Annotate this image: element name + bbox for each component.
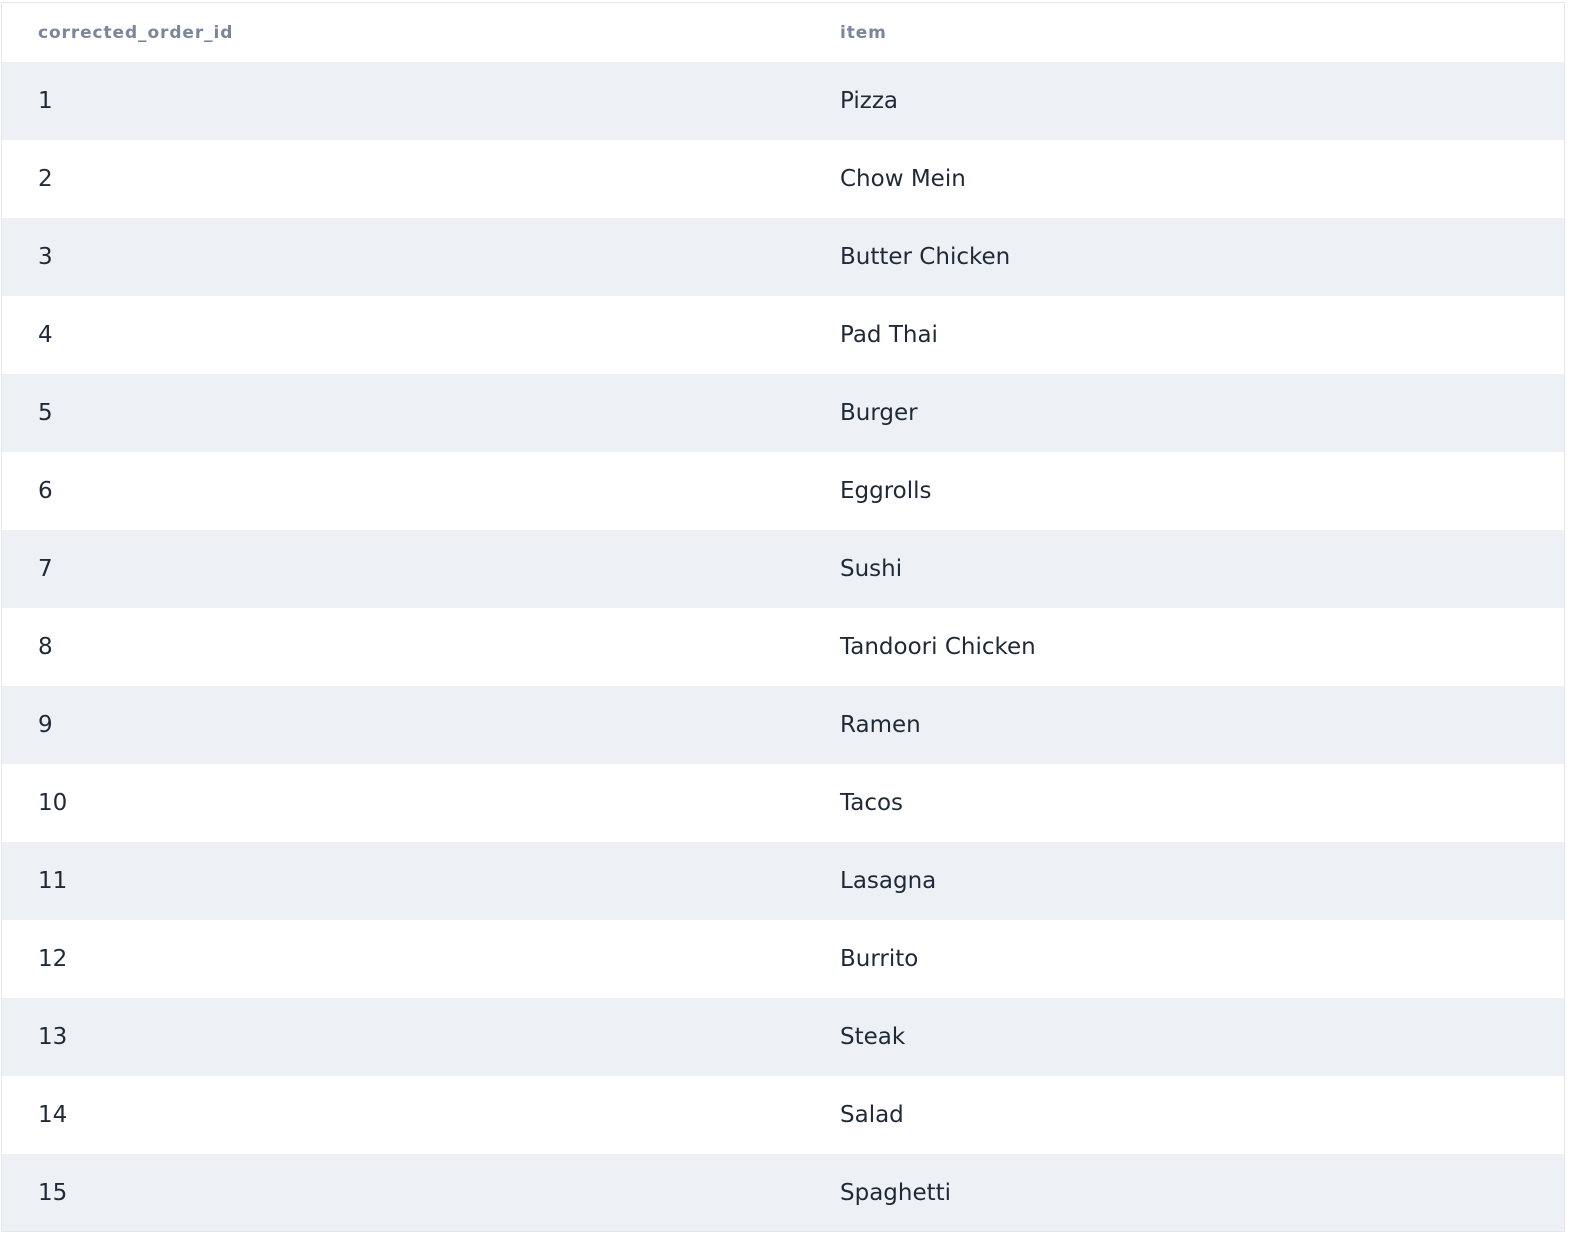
cell-order-id: 4 [38, 322, 53, 348]
header-row: corrected_order_id item [2, 3, 1564, 62]
table-body: 1 Pizza 2 Chow Mein 3 Butter Chicken 4 P… [2, 62, 1564, 1231]
table-row[interactable]: 13 Steak [2, 998, 1564, 1076]
cell-item: Spaghetti [840, 1180, 952, 1206]
cell-item: Tandoori Chicken [840, 634, 1036, 660]
cell-item: Lasagna [840, 868, 937, 894]
cell-order-id: 1 [38, 88, 53, 114]
cell-order-id: 14 [38, 1102, 68, 1128]
table-row[interactable]: 14 Salad [2, 1076, 1564, 1154]
table-row[interactable]: 4 Pad Thai [2, 296, 1564, 374]
cell-order-id: 10 [38, 790, 68, 816]
table-row[interactable]: 9 Ramen [2, 686, 1564, 764]
cell-item: Tacos [840, 790, 904, 816]
table-row[interactable]: 7 Sushi [2, 530, 1564, 608]
cell-order-id: 9 [38, 712, 53, 738]
cell-item: Ramen [840, 712, 921, 738]
table-row[interactable]: 3 Butter Chicken [2, 218, 1564, 296]
table-row[interactable]: 10 Tacos [2, 764, 1564, 842]
column-header-item[interactable]: item [803, 3, 1564, 62]
cell-item: Burger [840, 400, 918, 426]
table-row[interactable]: 15 Spaghetti [2, 1154, 1564, 1231]
cell-item: Pizza [840, 88, 898, 114]
table-row[interactable]: 12 Burrito [2, 920, 1564, 998]
cell-order-id: 8 [38, 634, 53, 660]
table-row[interactable]: 2 Chow Mein [2, 140, 1564, 218]
cell-item: Sushi [840, 556, 903, 582]
table-row[interactable]: 1 Pizza [2, 62, 1564, 140]
cell-item: Salad [840, 1102, 904, 1128]
table-row[interactable]: 11 Lasagna [2, 842, 1564, 920]
cell-order-id: 12 [38, 946, 68, 972]
cell-order-id: 2 [38, 166, 53, 192]
cell-order-id: 6 [38, 478, 53, 504]
table-row[interactable]: 5 Burger [2, 374, 1564, 452]
cell-order-id: 3 [38, 244, 53, 270]
table-header: corrected_order_id item [2, 3, 1564, 62]
cell-item: Butter Chicken [840, 244, 1011, 270]
cell-order-id: 13 [38, 1024, 68, 1050]
column-header-corrected-order-id[interactable]: corrected_order_id [2, 3, 803, 62]
cell-order-id: 7 [38, 556, 53, 582]
cell-item: Burrito [840, 946, 919, 972]
table-row[interactable]: 8 Tandoori Chicken [2, 608, 1564, 686]
results-table: corrected_order_id item 1 Pizza 2 Chow M… [1, 2, 1565, 1232]
cell-order-id: 15 [38, 1180, 68, 1206]
cell-item: Eggrolls [840, 478, 932, 504]
cell-order-id: 5 [38, 400, 53, 426]
cell-order-id: 11 [38, 868, 68, 894]
cell-item: Chow Mein [840, 166, 966, 192]
cell-item: Pad Thai [840, 322, 938, 348]
cell-item: Steak [840, 1024, 906, 1050]
table-row[interactable]: 6 Eggrolls [2, 452, 1564, 530]
data-table: corrected_order_id item 1 Pizza 2 Chow M… [2, 3, 1564, 1231]
